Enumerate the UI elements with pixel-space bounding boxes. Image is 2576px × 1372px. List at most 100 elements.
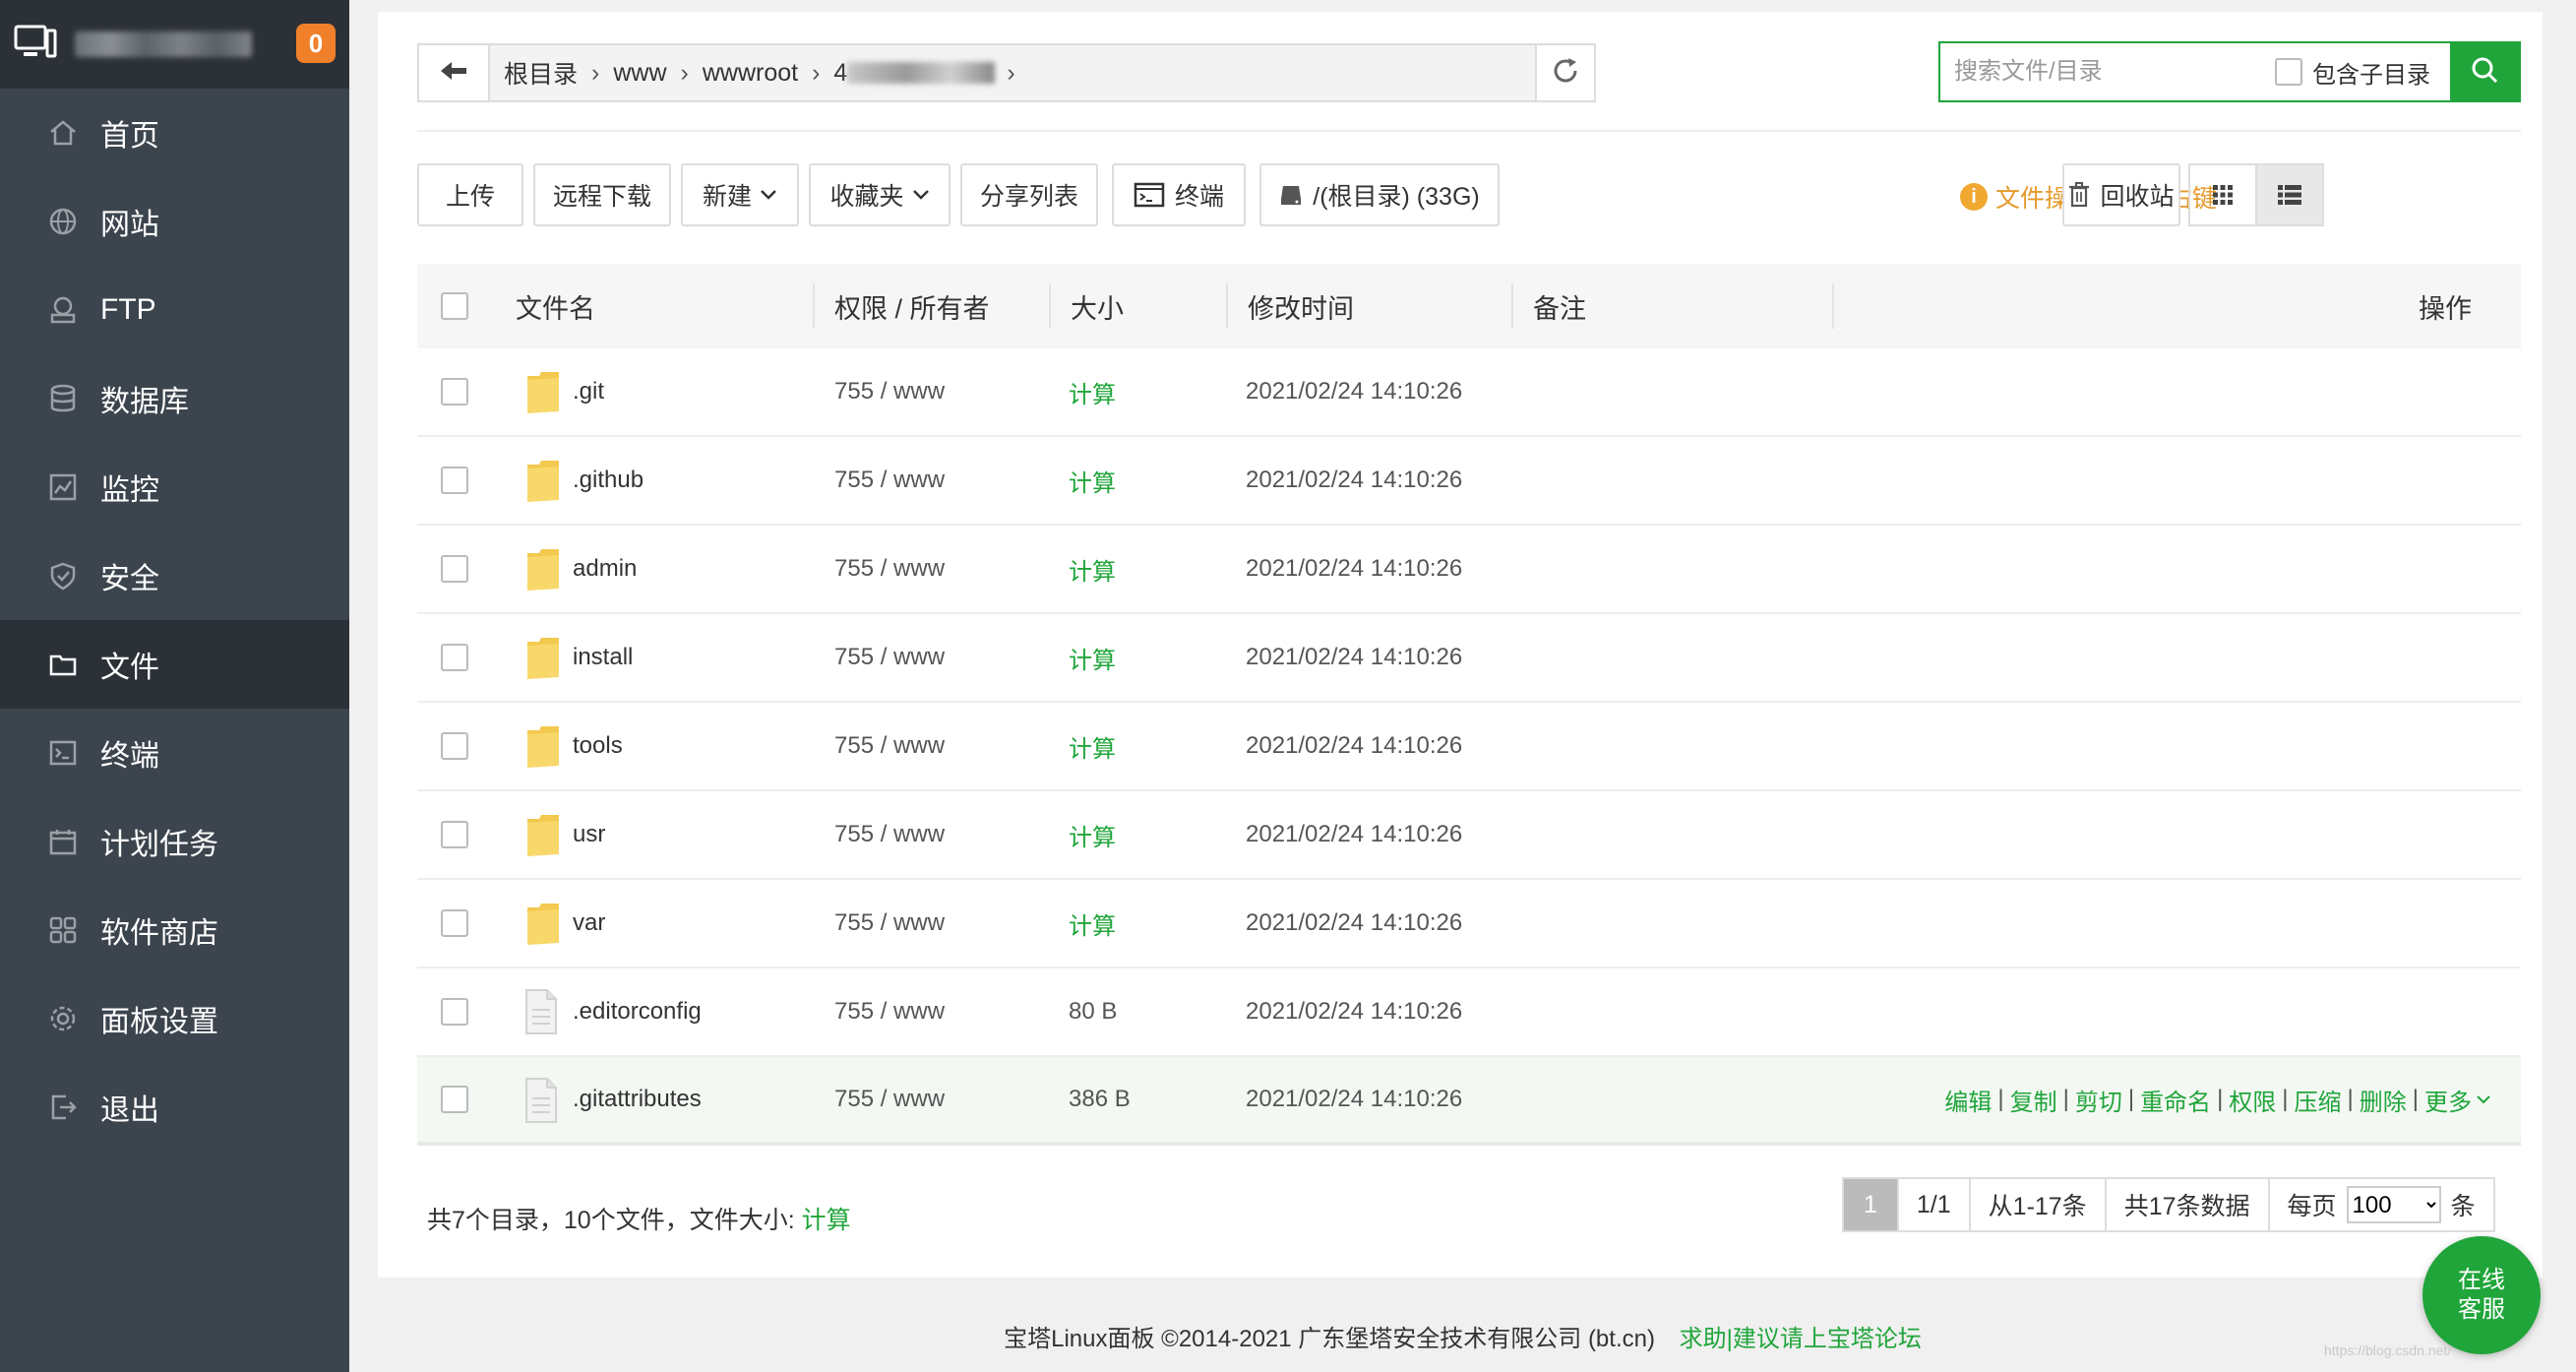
remote-download-label: 远程下载 — [552, 183, 651, 211]
per-page-select[interactable]: 100 — [2346, 1186, 2441, 1223]
table-row[interactable]: usr 755 / www 计算 2021/02/24 14:10:26 — [417, 791, 2521, 880]
back-button[interactable] — [419, 45, 490, 100]
calc-size-link[interactable]: 计算 — [1069, 641, 1116, 675]
table-row[interactable]: .editorconfig 755 / www 80 B 2021/02/24 14:… — [417, 968, 2521, 1057]
row-action-5[interactable]: 压缩 — [2295, 1083, 2342, 1117]
row-checkbox[interactable] — [441, 555, 468, 583]
sidebar-item-store[interactable]: 软件商店 — [0, 886, 349, 974]
file-permission[interactable]: 755 / www — [834, 644, 945, 671]
row-checkbox[interactable] — [441, 644, 468, 671]
file-name[interactable]: usr — [573, 821, 605, 848]
table-row[interactable]: admin 755 / www 计算 2021/02/24 14:10:26 — [417, 526, 2521, 614]
folder-icon — [47, 649, 79, 680]
terminal-button[interactable]: 终端 — [1112, 163, 1246, 226]
row-action-1[interactable]: 复制 — [2010, 1083, 2057, 1117]
file-name[interactable]: .gitattributes — [573, 1086, 702, 1113]
favorites-dropdown-button[interactable]: 收藏夹 — [809, 163, 951, 226]
row-action-4[interactable]: 权限 — [2229, 1083, 2276, 1117]
sidebar-item-logout[interactable]: 退出 — [0, 1063, 349, 1152]
row-action-6[interactable]: 删除 — [2360, 1083, 2407, 1117]
file-name[interactable]: install — [573, 644, 633, 671]
include-subdir-toggle[interactable]: 包含子目录 — [2275, 43, 2450, 100]
recycle-bin-label: 回收站 — [2100, 183, 2175, 211]
breadcrumb-root[interactable]: 根目录 — [504, 55, 578, 91]
row-checkbox[interactable] — [441, 821, 468, 848]
header-name[interactable]: 文件名 — [516, 287, 595, 326]
calc-size-link[interactable]: 计算 — [1069, 552, 1116, 587]
file-name[interactable]: var — [573, 909, 605, 937]
row-checkbox[interactable] — [441, 909, 468, 937]
file-permission[interactable]: 755 / www — [834, 378, 945, 405]
breadcrumb: 根目录 › www › wwwroot › 4 › — [490, 45, 1535, 100]
forum-help-link[interactable]: 求助|建议请上宝塔论坛 — [1680, 1326, 1922, 1352]
calc-total-size-link[interactable]: 计算 — [802, 1207, 851, 1234]
sidebar-item-files[interactable]: 文件 — [0, 620, 349, 709]
file-name[interactable]: .editorconfig — [573, 998, 702, 1026]
header-perm[interactable]: 权限 / 所有者 — [834, 287, 990, 326]
sidebar-item-home[interactable]: 首页 — [0, 89, 349, 177]
row-action-3[interactable]: 重命名 — [2140, 1083, 2211, 1117]
file-permission[interactable]: 755 / www — [834, 555, 945, 583]
calc-size-link[interactable]: 计算 — [1069, 729, 1116, 764]
breadcrumb-wwwroot[interactable]: wwwroot — [703, 59, 798, 88]
notification-badge[interactable]: 0 — [296, 24, 336, 63]
search-button[interactable] — [2450, 43, 2519, 100]
file-name[interactable]: .github — [573, 467, 644, 494]
file-name[interactable]: .git — [573, 378, 604, 405]
table-row[interactable]: var 755 / www 计算 2021/02/24 14:10:26 — [417, 880, 2521, 968]
calc-size-link[interactable]: 计算 — [1069, 818, 1116, 852]
header-size[interactable]: 大小 — [1071, 287, 1124, 326]
row-checkbox[interactable] — [441, 378, 468, 405]
table-row[interactable]: .gitattributes 755 / www 386 B 2021/02/24 1… — [417, 1057, 2521, 1146]
disk-label: /(根目录) (33G) — [1313, 183, 1480, 211]
remote-download-button[interactable]: 远程下载 — [533, 163, 671, 226]
file-permission[interactable]: 755 / www — [834, 821, 945, 848]
file-permission[interactable]: 755 / www — [834, 998, 945, 1026]
table-row[interactable]: install 755 / www 计算 2021/02/24 14:10:26 — [417, 614, 2521, 703]
row-action-2[interactable]: 剪切 — [2075, 1083, 2122, 1117]
new-dropdown-button[interactable]: 新建 — [681, 163, 799, 226]
file-name[interactable]: admin — [573, 555, 637, 583]
row-action-0[interactable]: 编辑 — [1944, 1083, 1992, 1117]
row-action-7[interactable]: 更多 — [2424, 1083, 2472, 1117]
file-permission[interactable]: 755 / www — [834, 467, 945, 494]
file-permission[interactable]: 755 / www — [834, 1086, 945, 1113]
row-checkbox[interactable] — [441, 732, 468, 760]
upload-button[interactable]: 上传 — [417, 163, 523, 226]
file-permission[interactable]: 755 / www — [834, 732, 945, 760]
calc-size-link[interactable]: 计算 — [1069, 464, 1116, 498]
calc-size-link[interactable]: 计算 — [1069, 906, 1116, 941]
select-all-checkbox[interactable] — [441, 292, 468, 320]
row-checkbox[interactable] — [441, 1086, 468, 1113]
sidebar-item-database[interactable]: 数据库 — [0, 354, 349, 443]
sidebar-item-cron[interactable]: 计划任务 — [0, 797, 349, 886]
disk-selector-button[interactable]: /(根目录) (33G) — [1259, 163, 1500, 226]
recycle-bin-button[interactable]: 回收站 — [2062, 163, 2180, 226]
row-checkbox[interactable] — [441, 467, 468, 494]
table-row[interactable]: .github 755 / www 计算 2021/02/24 14:10:26 — [417, 437, 2521, 526]
list-view-button[interactable] — [2255, 165, 2322, 224]
table-row[interactable]: .git 755 / www 计算 2021/02/24 14:10:26 — [417, 348, 2521, 437]
sidebar-item-monitor[interactable]: 监控 — [0, 443, 349, 531]
share-list-button[interactable]: 分享列表 — [960, 163, 1098, 226]
sidebar-item-website[interactable]: 网站 — [0, 177, 349, 266]
sidebar-item-settings[interactable]: 面板设置 — [0, 974, 349, 1063]
file-permission[interactable]: 755 / www — [834, 909, 945, 937]
sidebar-item-security[interactable]: 安全 — [0, 531, 349, 620]
breadcrumb-site[interactable]: 4 — [833, 59, 847, 88]
header-mtime[interactable]: 修改时间 — [1248, 287, 1354, 326]
search-input[interactable] — [1940, 43, 2275, 100]
page-current[interactable]: 1 — [1844, 1179, 1899, 1230]
calc-size-link[interactable]: 计算 — [1069, 375, 1116, 409]
apps-icon — [47, 914, 79, 946]
grid-view-button[interactable] — [2190, 165, 2255, 224]
online-service-button[interactable]: 在线 客服 — [2423, 1236, 2541, 1354]
row-checkbox[interactable] — [441, 998, 468, 1026]
table-row[interactable]: tools 755 / www 计算 2021/02/24 14:10:26 — [417, 703, 2521, 791]
refresh-button[interactable] — [1535, 45, 1594, 100]
file-name[interactable]: tools — [573, 732, 623, 760]
breadcrumb-www[interactable]: www — [613, 59, 666, 88]
include-subdir-checkbox[interactable] — [2275, 58, 2302, 86]
sidebar-item-ftp[interactable]: FTP — [0, 266, 349, 354]
sidebar-item-terminal[interactable]: 终端 — [0, 709, 349, 797]
